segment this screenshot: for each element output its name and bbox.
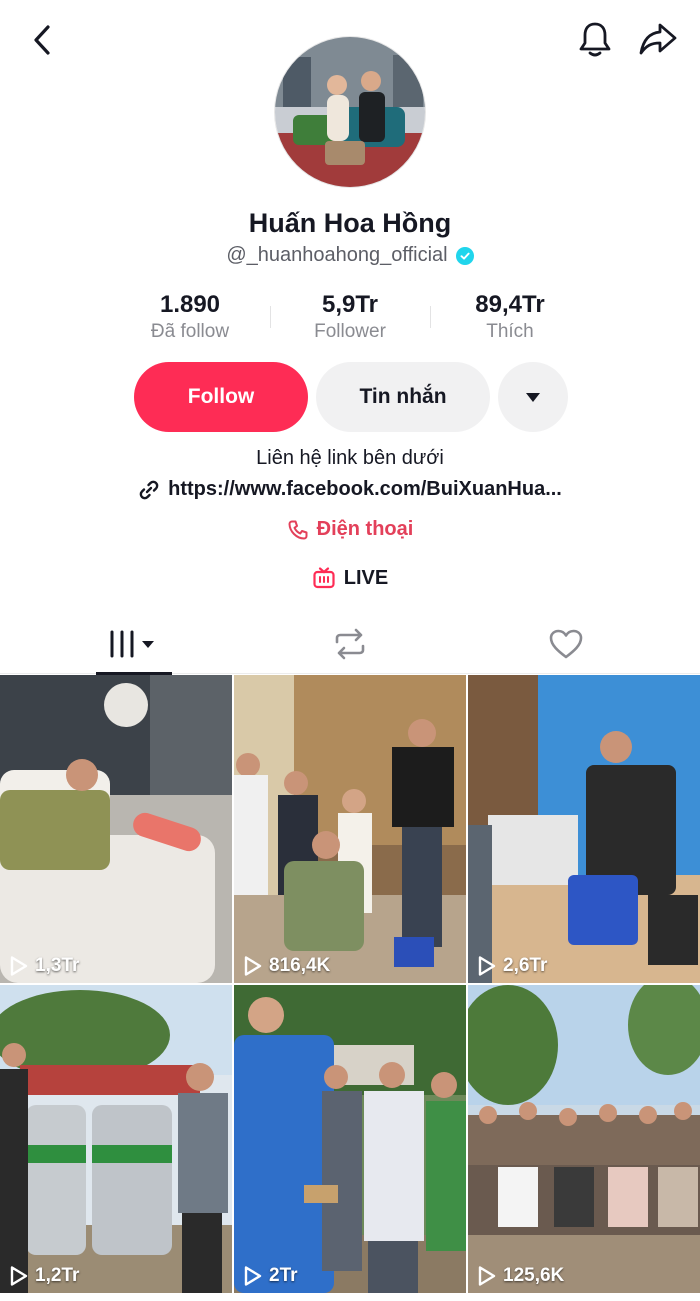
phone-label: Điện thoại: [316, 518, 414, 540]
view-count-label: 125,6K: [503, 1265, 565, 1286]
repost-icon: [335, 628, 365, 660]
video-thumbnail[interactable]: 1,2Tr: [0, 985, 232, 1293]
stat-likes[interactable]: 89,4Tr Thích: [430, 290, 590, 346]
view-count: 1,2Tr: [9, 1265, 79, 1287]
stat-following-label: Đã follow: [150, 321, 230, 342]
videos-grid-icon: [110, 630, 154, 658]
stat-followers-label: Follower: [314, 321, 386, 342]
play-icon: [10, 956, 28, 976]
stat-likes-value: 89,4Tr: [475, 291, 545, 318]
follow-button[interactable]: Follow: [134, 362, 308, 432]
live-label: LIVE: [343, 566, 389, 589]
verified-badge-icon: [455, 246, 474, 265]
phone-icon: [288, 520, 308, 539]
tab-liked[interactable]: [528, 614, 604, 674]
live-entry[interactable]: LIVE: [0, 566, 700, 590]
bio-link[interactable]: https://www.facebook.com/BuiXuanHua...: [0, 478, 700, 501]
liked-heart-icon: [549, 629, 583, 659]
view-count-label: 816,4K: [269, 955, 331, 976]
video-thumbnail[interactable]: 816,4K: [234, 675, 466, 983]
stat-following-value: 1.890: [159, 291, 221, 318]
notification-bell-icon[interactable]: [574, 18, 616, 60]
view-count: 125,6K: [477, 1265, 564, 1287]
caret-down-icon: [526, 393, 540, 402]
view-count: 816,4K: [243, 955, 330, 977]
stat-following[interactable]: 1.890 Đã follow: [110, 290, 270, 346]
video-thumbnail[interactable]: 1,3Tr: [0, 675, 232, 983]
phone-contact[interactable]: Điện thoại: [0, 518, 700, 541]
video-thumbnail[interactable]: 2Tr: [234, 985, 466, 1293]
stats-row: 1.890 Đã follow 5,9Tr Follower 89,4Tr Th…: [110, 290, 590, 346]
more-options-button[interactable]: [498, 362, 568, 432]
stat-followers[interactable]: 5,9Tr Follower: [270, 290, 430, 346]
action-buttons: Follow Tin nhắn: [134, 362, 568, 432]
bio-text: Liên hệ link bên dưới: [256, 447, 444, 469]
profile-tabs: [0, 614, 700, 675]
play-icon: [478, 956, 496, 976]
play-icon: [244, 956, 262, 976]
view-count-label: 2,6Tr: [503, 955, 548, 976]
live-tv-icon: [313, 567, 335, 589]
view-count-label: 1,3Tr: [35, 955, 80, 976]
tab-reposts[interactable]: [312, 614, 388, 674]
handle-row: @_huanhoahong_official: [0, 244, 700, 267]
stat-likes-label: Thích: [486, 321, 534, 342]
link-icon: [139, 480, 159, 499]
profile-name: Huấn Hoa Hồng: [248, 208, 452, 238]
view-count-label: 1,2Tr: [35, 1265, 80, 1286]
profile-handle: @_huanhoahong_official: [226, 244, 448, 266]
video-thumbnail[interactable]: 2,6Tr: [468, 675, 700, 983]
play-icon: [244, 1266, 262, 1286]
tab-videos[interactable]: [96, 614, 172, 675]
play-icon: [478, 1266, 496, 1286]
video-thumbnail[interactable]: 125,6K: [468, 985, 700, 1293]
stat-followers-value: 5,9Tr: [321, 291, 379, 318]
view-count-label: 2Tr: [269, 1265, 298, 1286]
back-icon[interactable]: [22, 20, 62, 60]
avatar[interactable]: [274, 36, 426, 188]
share-arrow-icon[interactable]: [636, 18, 680, 60]
view-count: 2Tr: [243, 1265, 298, 1287]
view-count: 1,3Tr: [9, 955, 79, 977]
view-count: 2,6Tr: [477, 955, 547, 977]
message-button[interactable]: Tin nhắn: [316, 362, 490, 432]
play-icon: [10, 1266, 28, 1286]
bio-link-text: https://www.facebook.com/BuiXuanHua...: [168, 478, 562, 500]
